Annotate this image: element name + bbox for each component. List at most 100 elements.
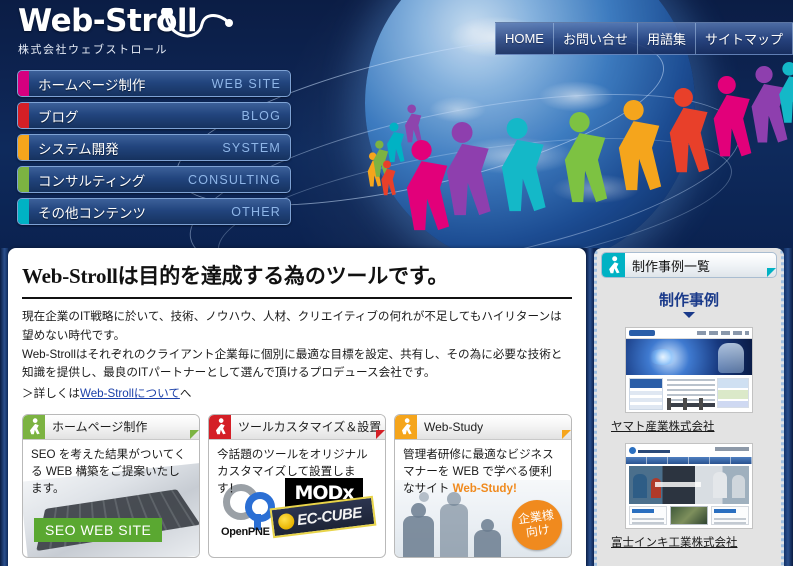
pedestrian-icon [395,414,417,439]
card-web-study[interactable]: Web-Study 管理者研修に最適なビジネスマナーを WEB で学べる便利なサ… [394,413,572,558]
about-link[interactable]: Web-Strollについて [80,387,180,400]
card-header: ホームページ制作 [23,414,199,440]
menu-label-en: OTHER [231,204,281,219]
menu-label-jp: ブログ [38,109,79,125]
card-body: 今話題のツールをオリジナルカスタマイズして設置します！ OpenPNE MODx [209,440,385,557]
thumb-person [633,474,647,498]
case-fuji-ink[interactable]: 富士インキ工業株式会社 [611,443,767,550]
thumb-glow [648,349,678,365]
menu-label-jp: システム開発 [38,141,119,157]
card-title: ホームページ制作 [52,420,148,435]
sidebar-item-consulting[interactable]: コンサルティング CONSULTING [17,166,291,193]
thumb-hero [629,466,749,504]
thumb-icon-grid [717,378,749,408]
thumb-topbar [626,444,752,457]
nav-glossary[interactable]: 用語集 [636,23,695,54]
corner-triangle [767,268,776,277]
service-cards: ホームページ制作 SEO を考えた結果がついてくる WEB 構築をご提案いたしま… [22,413,572,558]
card-text: 今話題のツールをオリジナルカスタマイズして設置します！ [217,447,368,495]
category-menu: ホームページ制作 WEB SITE ブログ BLOG システム開発 SYSTEM… [17,70,291,230]
thumb-box-image [670,506,708,525]
caret-down-icon [683,312,695,318]
thumb-logo [629,447,636,454]
menu-label-jp: その他コンテンツ [38,205,146,221]
thumb-box [711,506,749,525]
case-caption[interactable]: ヤマト産業株式会社 [611,418,767,434]
figure-body [440,503,468,557]
page-title: Web-Strollは目的を達成する為のツールです。 [22,260,572,299]
case-caption[interactable]: 富士インキ工業株式会社 [611,534,767,550]
card-title: Web-Study [424,419,484,434]
figure-body [403,515,434,557]
menu-label-en: BLOG [241,108,281,123]
seo-web-site-button[interactable]: SEO WEB SITE [34,517,163,542]
menu-label-en: WEB SITE [211,76,281,91]
nav-contact[interactable]: お問い合せ [552,23,637,54]
sidebar-item-blog[interactable]: ブログ BLOG [17,102,291,129]
thumb-lower-row [629,506,749,525]
thumb-topbar [626,328,752,339]
corner-triangle [376,429,385,439]
case-thumbnail[interactable] [625,327,753,413]
thumb-company-name [638,447,670,453]
top-navigation: HOME お問い合せ 用語集 サイトマップ [494,22,793,55]
card-body: SEO を考えた結果がついてくる WEB 構築をご提案いたします。 SEO WE… [23,440,199,557]
site-logo[interactable]: Web-Stroll 株式会社ウェブストロール [18,6,318,58]
thumb-nav [626,457,752,464]
case-study-sidebar: 制作事例一覧 制作事例 ヤマト産業株式会社 富士インキ工業株式会社 [594,248,784,566]
thumb-hero-caption [655,482,701,487]
card-text: 管理者研修に最適なビジネスマナーを WEB で学べる便利なサイト Web-Stu… [395,440,571,497]
more-line: ＞詳しくはWeb-Strollについてへ [22,385,572,404]
thumb-box-lines [714,516,746,524]
card-text-highlight: Web-Study! [452,481,517,495]
left-edge-decoration [0,248,8,566]
thumb-sidecol-cap [630,379,662,388]
right-edge-decoration [784,248,793,566]
sidebar-item-other[interactable]: その他コンテンツ OTHER [17,198,291,225]
thumb-person [651,478,661,498]
eccube-label: EC-CUBE [296,503,363,529]
intro-paragraph-1: 現在企業のIT戦略に於いて、技術、ノウハウ、人材、クリエイティブの何れが不足して… [22,310,562,342]
more-prefix: ＞詳しくは [22,387,80,401]
card-tool-customize[interactable]: ツールカスタマイズ＆設置 今話題のツールをオリジナルカスタマイズして設置します！… [208,413,386,558]
corner-triangle [190,429,199,439]
card-text: SEO を考えた結果がついてくる WEB 構築をご提案いたします。 [31,447,186,495]
sidebar-item-system[interactable]: システム開発 SYSTEM [17,134,291,161]
thumb-person [732,475,745,498]
card-homepage[interactable]: ホームページ制作 SEO を考えた結果がついてくる WEB 構築をご提案いたしま… [22,413,200,558]
thumb-box-head [714,509,736,513]
openpne-label: OpenPNE [221,525,270,538]
case-thumbnail[interactable] [625,443,753,529]
thumb-hero [626,339,752,375]
page-root: Web-Stroll 株式会社ウェブストロール HOME お問い合せ 用語集 サ… [0,0,793,566]
nav-sitemap[interactable]: サイトマップ [694,23,793,54]
accent-bar-other [18,199,29,224]
sidebar-section-title: 制作事例 [658,292,719,309]
accent-bar-web-site [18,71,29,96]
intro-text: 現在企業のIT戦略に於いて、技術、ノウハウ、人材、クリエイティブの何れが不足して… [22,308,572,404]
thumb-body [626,375,752,412]
panel-gap-decoration [586,248,594,566]
intro-paragraph-2: Web-Strollはそれぞれのクライアント企業毎に個別に最適な目標を設定、共有… [22,347,563,380]
case-yamato[interactable]: ヤマト産業株式会社 [611,327,767,434]
sidebar-item-web-site[interactable]: ホームページ制作 WEB SITE [17,70,291,97]
swoosh-icon [161,8,233,38]
hero-banner: Web-Stroll 株式会社ウェブストロール HOME お問い合せ 用語集 サ… [0,0,793,248]
eccube-hat-icon [277,512,296,531]
nav-home[interactable]: HOME [494,23,553,54]
card-header: Web-Study [395,414,571,440]
sidebar-header[interactable]: 制作事例一覧 [601,252,777,278]
accent-bar-blog [18,103,29,128]
thumb-sidecol [629,378,663,410]
thumb-logo [629,330,655,336]
menu-label-jp: コンサルティング [38,173,146,189]
thumb-product-row [667,398,715,410]
menu-label-en: CONSULTING [187,172,281,187]
menu-label-jp: ホームページ制作 [38,77,146,93]
menu-label-en: SYSTEM [222,140,281,155]
badge-line-2: 向け [524,522,551,540]
pedestrian-icon [209,414,231,439]
card-title: ツールカスタマイズ＆設置 [238,420,382,435]
pedestrian-icon [23,414,45,439]
accent-bar-system [18,135,29,160]
